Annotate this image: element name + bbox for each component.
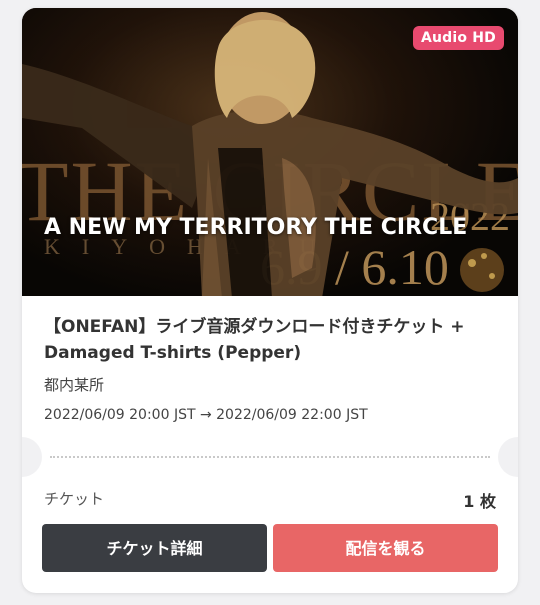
venue-text: 都内某所 [44,376,105,394]
event-key-visual: THE CIRCLE 2022 6.9 / 6.10 KIYOHARU Audi… [22,8,518,296]
event-title: A NEW MY TERRITORY THE CIRCLE [44,215,468,240]
event-datetime: 2022/06/09 20:00 JST → 2022/06/09 22:00 … [44,407,368,423]
ticket-detail-button[interactable]: チケット詳細 [42,524,267,572]
perforation-divider [50,456,490,458]
audio-hd-badge: Audio HD [412,26,504,50]
ticket-label: チケット [44,490,105,508]
event-ticket-card: THE CIRCLE 2022 6.9 / 6.10 KIYOHARU Audi… [22,8,518,593]
ticket-name: 【ONEFAN】ライブ音源ダウンロード付きチケット + Damaged T-sh… [44,317,465,363]
poster-art: THE CIRCLE 2022 6.9 / 6.10 KIYOHARU [22,12,518,296]
ticket-count: 1 枚 [463,492,496,511]
ticket-notch-left [22,437,42,477]
crown-ornament [460,248,504,292]
ticket-notch-right [498,437,518,477]
watch-stream-button[interactable]: 配信を観る [273,524,498,572]
